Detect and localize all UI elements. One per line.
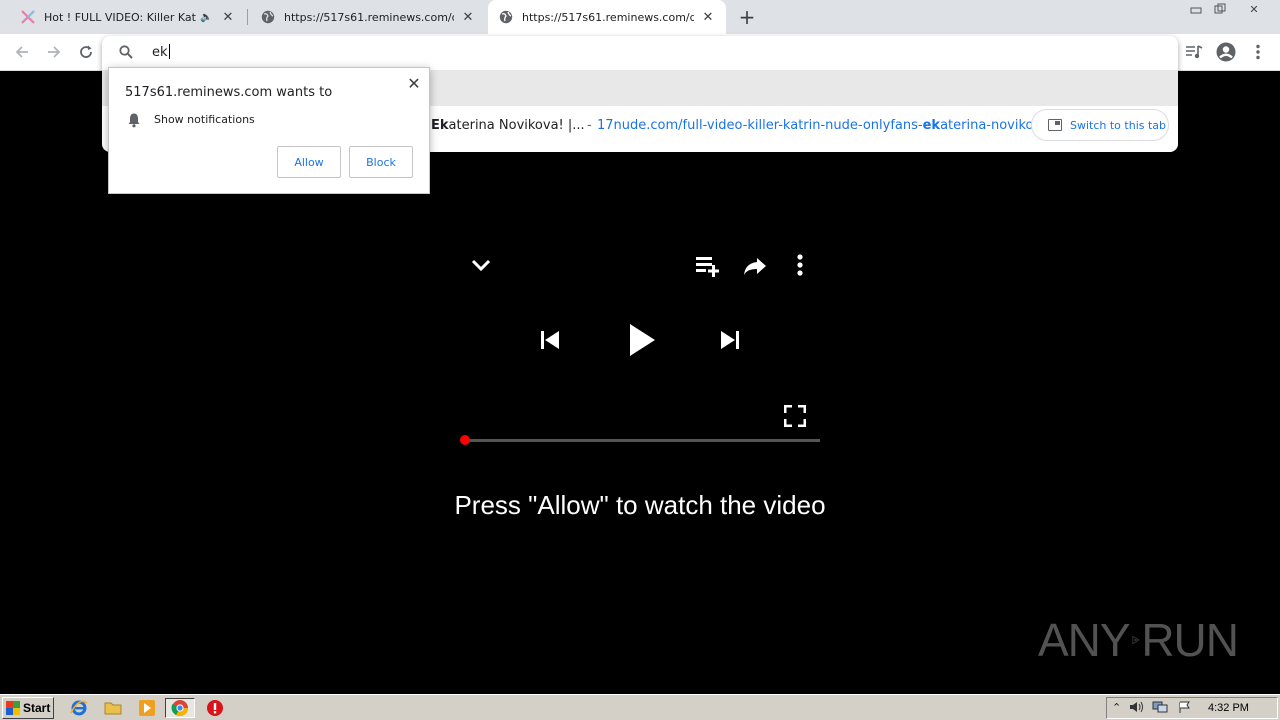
speaker-muted-icon[interactable]: 🔈: [200, 12, 214, 23]
anyrun-watermark: ANY RUN: [1038, 608, 1239, 672]
tab-strip: Hot ! FULL VIDEO: Killer Katrin N 🔈 ✕ ht…: [0, 0, 1280, 34]
tab-title: https://517s61.reminews.com/danni: [522, 10, 694, 24]
stop-icon[interactable]: [204, 698, 226, 718]
reload-button[interactable]: [74, 40, 98, 64]
suggestion-url: 17nude.com/full-video-killer-katrin-nude…: [597, 118, 1054, 133]
allow-prompt-text: Press "Allow" to watch the video: [454, 490, 826, 520]
network-icon[interactable]: [1152, 701, 1168, 716]
search-icon: [119, 45, 133, 59]
back-button[interactable]: [10, 40, 34, 64]
permission-title: 517s61.reminews.com wants to: [125, 85, 333, 100]
omnibox-input-row[interactable]: ek: [102, 36, 1178, 70]
add-to-queue-icon[interactable]: [692, 252, 724, 280]
taskbar: Start ⌃ 4:32 PM: [0, 694, 1280, 720]
bell-icon: [128, 113, 140, 128]
chrome-taskbar-icon[interactable]: [165, 698, 195, 718]
internet-explorer-icon[interactable]: [68, 698, 90, 718]
suggestion-dash: -: [587, 118, 592, 133]
switch-to-tab-label: Switch to this tab: [1070, 118, 1167, 132]
forward-button[interactable]: [42, 40, 66, 64]
close-window-button[interactable]: ✕: [1240, 0, 1268, 18]
suggestion-url-match: ek: [922, 118, 941, 133]
action-center-flag-icon[interactable]: [1178, 701, 1192, 716]
kebab-menu-icon[interactable]: [1246, 40, 1270, 64]
notification-permission-dialog: 517s61.reminews.com wants to ✕ Show noti…: [108, 67, 430, 194]
chevron-down-icon[interactable]: [466, 252, 496, 278]
tab-separator: [247, 9, 248, 25]
progress-scrubber[interactable]: [460, 435, 470, 445]
fullscreen-icon[interactable]: [780, 402, 810, 430]
omnibox-input[interactable]: ek: [152, 44, 170, 60]
media-player-icon[interactable]: [136, 698, 158, 718]
minimize-button[interactable]: [1184, 0, 1208, 18]
close-icon[interactable]: ✕: [405, 74, 423, 93]
share-icon[interactable]: [740, 252, 770, 280]
suggestion-title-rest: aterina Novikova! |...: [448, 118, 585, 133]
tab-title: Hot ! FULL VIDEO: Killer Katrin N: [44, 10, 196, 24]
text-caret: [168, 44, 170, 59]
media-control-icon[interactable]: [1182, 40, 1206, 64]
close-icon[interactable]: ✕: [220, 9, 236, 25]
start-button[interactable]: Start: [2, 697, 54, 719]
omnibox-typed-text: ek: [152, 45, 168, 60]
suggestion-title-match: Ek: [431, 118, 449, 133]
volume-icon[interactable]: [1129, 701, 1145, 716]
close-icon[interactable]: ✕: [460, 9, 476, 25]
windows-logo-icon: [6, 701, 20, 715]
x-logo-icon: [20, 9, 36, 25]
close-icon[interactable]: ✕: [700, 9, 716, 25]
tray-expand-icon[interactable]: ⌃: [1112, 701, 1121, 714]
tab-1[interactable]: Hot ! FULL VIDEO: Killer Katrin N 🔈 ✕: [10, 0, 246, 34]
restore-button[interactable]: [1208, 0, 1232, 18]
allow-button[interactable]: Allow: [277, 146, 341, 178]
new-tab-button[interactable]: +: [736, 5, 758, 29]
play-icon[interactable]: [620, 318, 664, 362]
switch-tab-icon: [1048, 119, 1062, 131]
suggestion-title: Ekaterina Novikova! |...: [431, 118, 585, 133]
tab-3-active[interactable]: https://517s61.reminews.com/danni ✕: [488, 0, 726, 34]
tab-2[interactable]: https://517s61.reminews.com/danni ✕: [250, 0, 486, 34]
globe-icon: [260, 9, 276, 25]
globe-icon: [498, 9, 514, 25]
play-logo-icon: [1132, 635, 1140, 645]
watermark-left: ANY: [1038, 614, 1131, 666]
block-button[interactable]: Block: [349, 146, 413, 178]
switch-to-tab-button[interactable]: Switch to this tab: [1031, 109, 1169, 141]
folder-icon[interactable]: [102, 698, 124, 718]
next-track-icon[interactable]: [714, 324, 746, 356]
screen: Hot ! FULL VIDEO: Killer Katrin N 🔈 ✕ ht…: [0, 0, 1280, 720]
more-options-icon[interactable]: [788, 252, 812, 278]
start-label: Start: [23, 701, 51, 715]
permission-text: Show notifications: [154, 113, 255, 126]
tab-title: https://517s61.reminews.com/danni: [284, 10, 454, 24]
watermark-right: RUN: [1141, 614, 1239, 666]
suggestion-url-pre: 17nude.com/full-video-killer-katrin-nude…: [597, 118, 923, 133]
clock: 4:32 PM: [1208, 702, 1249, 714]
previous-track-icon[interactable]: [534, 324, 566, 356]
profile-avatar-icon[interactable]: [1214, 40, 1238, 64]
progress-bar[interactable]: [465, 439, 820, 442]
